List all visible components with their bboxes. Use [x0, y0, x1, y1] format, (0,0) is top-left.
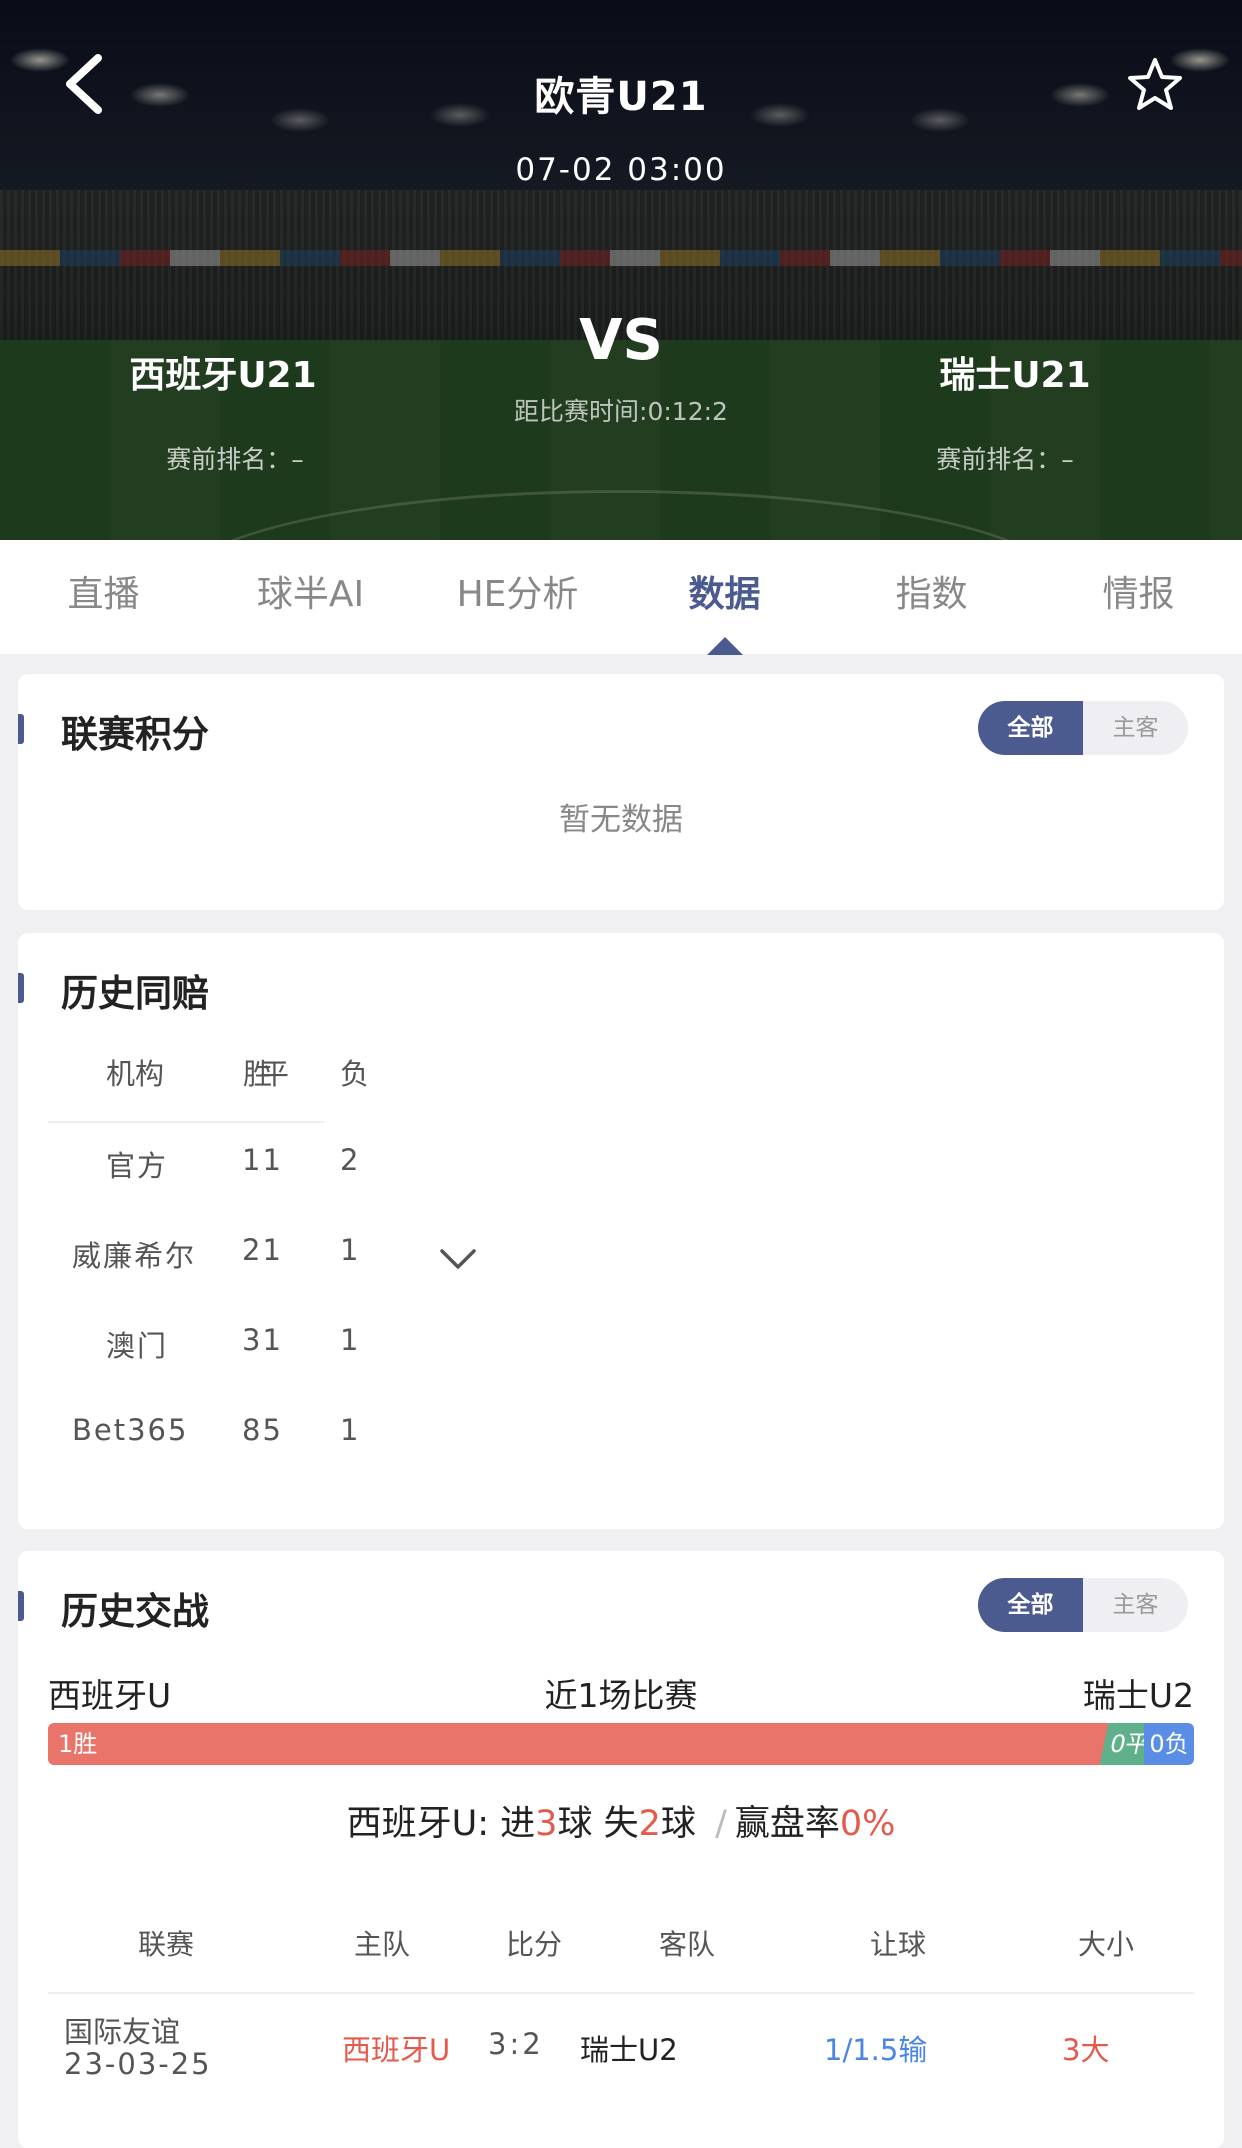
tab-he-analysis[interactable]: HE分析	[414, 540, 621, 654]
col-header-handicap: 让球	[869, 1928, 926, 1961]
match-datetime: 07-02 03:00	[515, 152, 727, 188]
tab-intel[interactable]: 情报	[1035, 540, 1242, 654]
h2h-summary: 西班牙U: 进3球 失2球 / 赢盘率0%	[18, 1795, 1224, 1846]
match-date: 23-03-25	[64, 2047, 212, 2081]
summary-colon: :	[477, 1804, 490, 1844]
expand-button[interactable]	[438, 1245, 478, 1273]
match-home: 西班牙U	[342, 2033, 451, 2067]
match-handicap: 1/1.5输	[824, 2033, 928, 2067]
odds-org: 威廉希尔	[72, 1239, 197, 1273]
section-title: 历史交战	[61, 1590, 209, 1633]
odds-win-draw: 85	[242, 1413, 283, 1447]
section-marker	[18, 1591, 24, 1621]
summary-separator: /	[715, 1804, 727, 1844]
tab-index[interactable]: 指数	[828, 540, 1035, 654]
h2h-away-team: 瑞士U2	[1082, 1676, 1194, 1715]
favorite-button[interactable]	[1126, 56, 1184, 114]
summary-scored: 3	[535, 1804, 558, 1844]
summary-rate: 0%	[839, 1804, 896, 1844]
filter-all-button[interactable]: 全部	[978, 701, 1083, 755]
filter-toggle: 全部 主客	[978, 1578, 1188, 1632]
match-score: 3:2	[488, 2027, 544, 2061]
col-header-draw: 平	[260, 1057, 290, 1091]
divider	[48, 1992, 1194, 1994]
match-league: 国际友谊	[64, 2015, 181, 2049]
match-over-under: 3大	[1062, 2033, 1110, 2067]
odds-lose: 1	[340, 1413, 361, 1447]
home-team-rank: 赛前排名：–	[166, 445, 304, 474]
section-marker	[18, 973, 24, 1003]
odds-lose: 1	[340, 1233, 361, 1267]
tab-data[interactable]: 数据	[621, 540, 828, 655]
section-title: 历史同赔	[61, 972, 209, 1015]
filter-toggle: 全部 主客	[978, 701, 1188, 755]
col-header-away: 客队	[658, 1928, 715, 1961]
divider	[48, 1121, 324, 1123]
filter-home-away-button[interactable]: 主客	[1083, 701, 1188, 755]
win-segment: 1胜	[48, 1723, 1116, 1765]
summary-conceded-label: 失	[603, 1804, 639, 1844]
col-header-league: 联赛	[137, 1928, 194, 1961]
summary-conceded-unit: 球	[660, 1804, 696, 1844]
countdown: 距比赛时间:0:12:2	[514, 397, 728, 426]
odds-org: 官方	[106, 1149, 169, 1183]
odds-lose: 2	[340, 1143, 361, 1177]
odds-history-card: 历史同赔 机构 胜 平 负 官方 11 2 威廉希尔 21 1 澳门 31 1 …	[18, 933, 1224, 1529]
section-marker	[18, 714, 24, 744]
match-header: 欧青U21 07-02 03:00 西班牙U21 VS 瑞士U21 距比赛时间:…	[0, 0, 1242, 540]
odds-org: 澳门	[106, 1329, 169, 1363]
tab-live[interactable]: 直播	[0, 540, 207, 654]
odds-lose: 1	[340, 1323, 361, 1357]
filter-home-away-button[interactable]: 主客	[1083, 1578, 1188, 1632]
result-bar: 1胜 0平 0负	[48, 1723, 1194, 1765]
section-title: 联赛积分	[61, 713, 209, 756]
col-header-score: 比分	[505, 1928, 562, 1961]
head-to-head-card: 历史交战 全部 主客 西班牙U 近1场比赛 瑞士U2 1胜 0平 0负 西班牙U…	[18, 1551, 1224, 2148]
match-away: 瑞士U2	[580, 2033, 678, 2067]
empty-state: 暂无数据	[559, 802, 683, 838]
chevron-down-icon	[440, 1249, 476, 1269]
col-header-lose: 负	[340, 1057, 370, 1091]
filter-all-button[interactable]: 全部	[978, 1578, 1083, 1632]
col-header-org: 机构	[106, 1057, 165, 1091]
league-title: 欧青U21	[534, 74, 708, 120]
away-team-rank: 赛前排名：–	[936, 445, 1074, 474]
away-team-name[interactable]: 瑞士U21	[865, 346, 1165, 398]
summary-team: 西班牙U	[346, 1804, 478, 1844]
odds-org: Bet365	[72, 1413, 189, 1447]
summary-scored-unit: 球	[557, 1804, 593, 1844]
odds-win-draw: 31	[242, 1323, 283, 1357]
star-icon	[1128, 58, 1182, 110]
col-header-over-under: 大小	[1077, 1928, 1134, 1961]
summary-scored-label: 进	[500, 1804, 536, 1844]
h2h-match-count: 近1场比赛	[544, 1676, 698, 1715]
tab-ai[interactable]: 球半AI	[207, 540, 414, 654]
lose-segment: 0负	[1144, 1723, 1194, 1765]
tab-bar: 直播 球半AI HE分析 数据 指数 情报	[0, 540, 1242, 655]
odds-win-draw: 11	[242, 1143, 283, 1177]
summary-conceded: 2	[638, 1804, 661, 1844]
col-header-home: 主队	[353, 1928, 410, 1961]
standings-card: 联赛积分 全部 主客 暂无数据	[18, 674, 1224, 910]
odds-win-draw: 21	[242, 1233, 283, 1267]
summary-rate-label: 赢盘率	[734, 1804, 840, 1844]
